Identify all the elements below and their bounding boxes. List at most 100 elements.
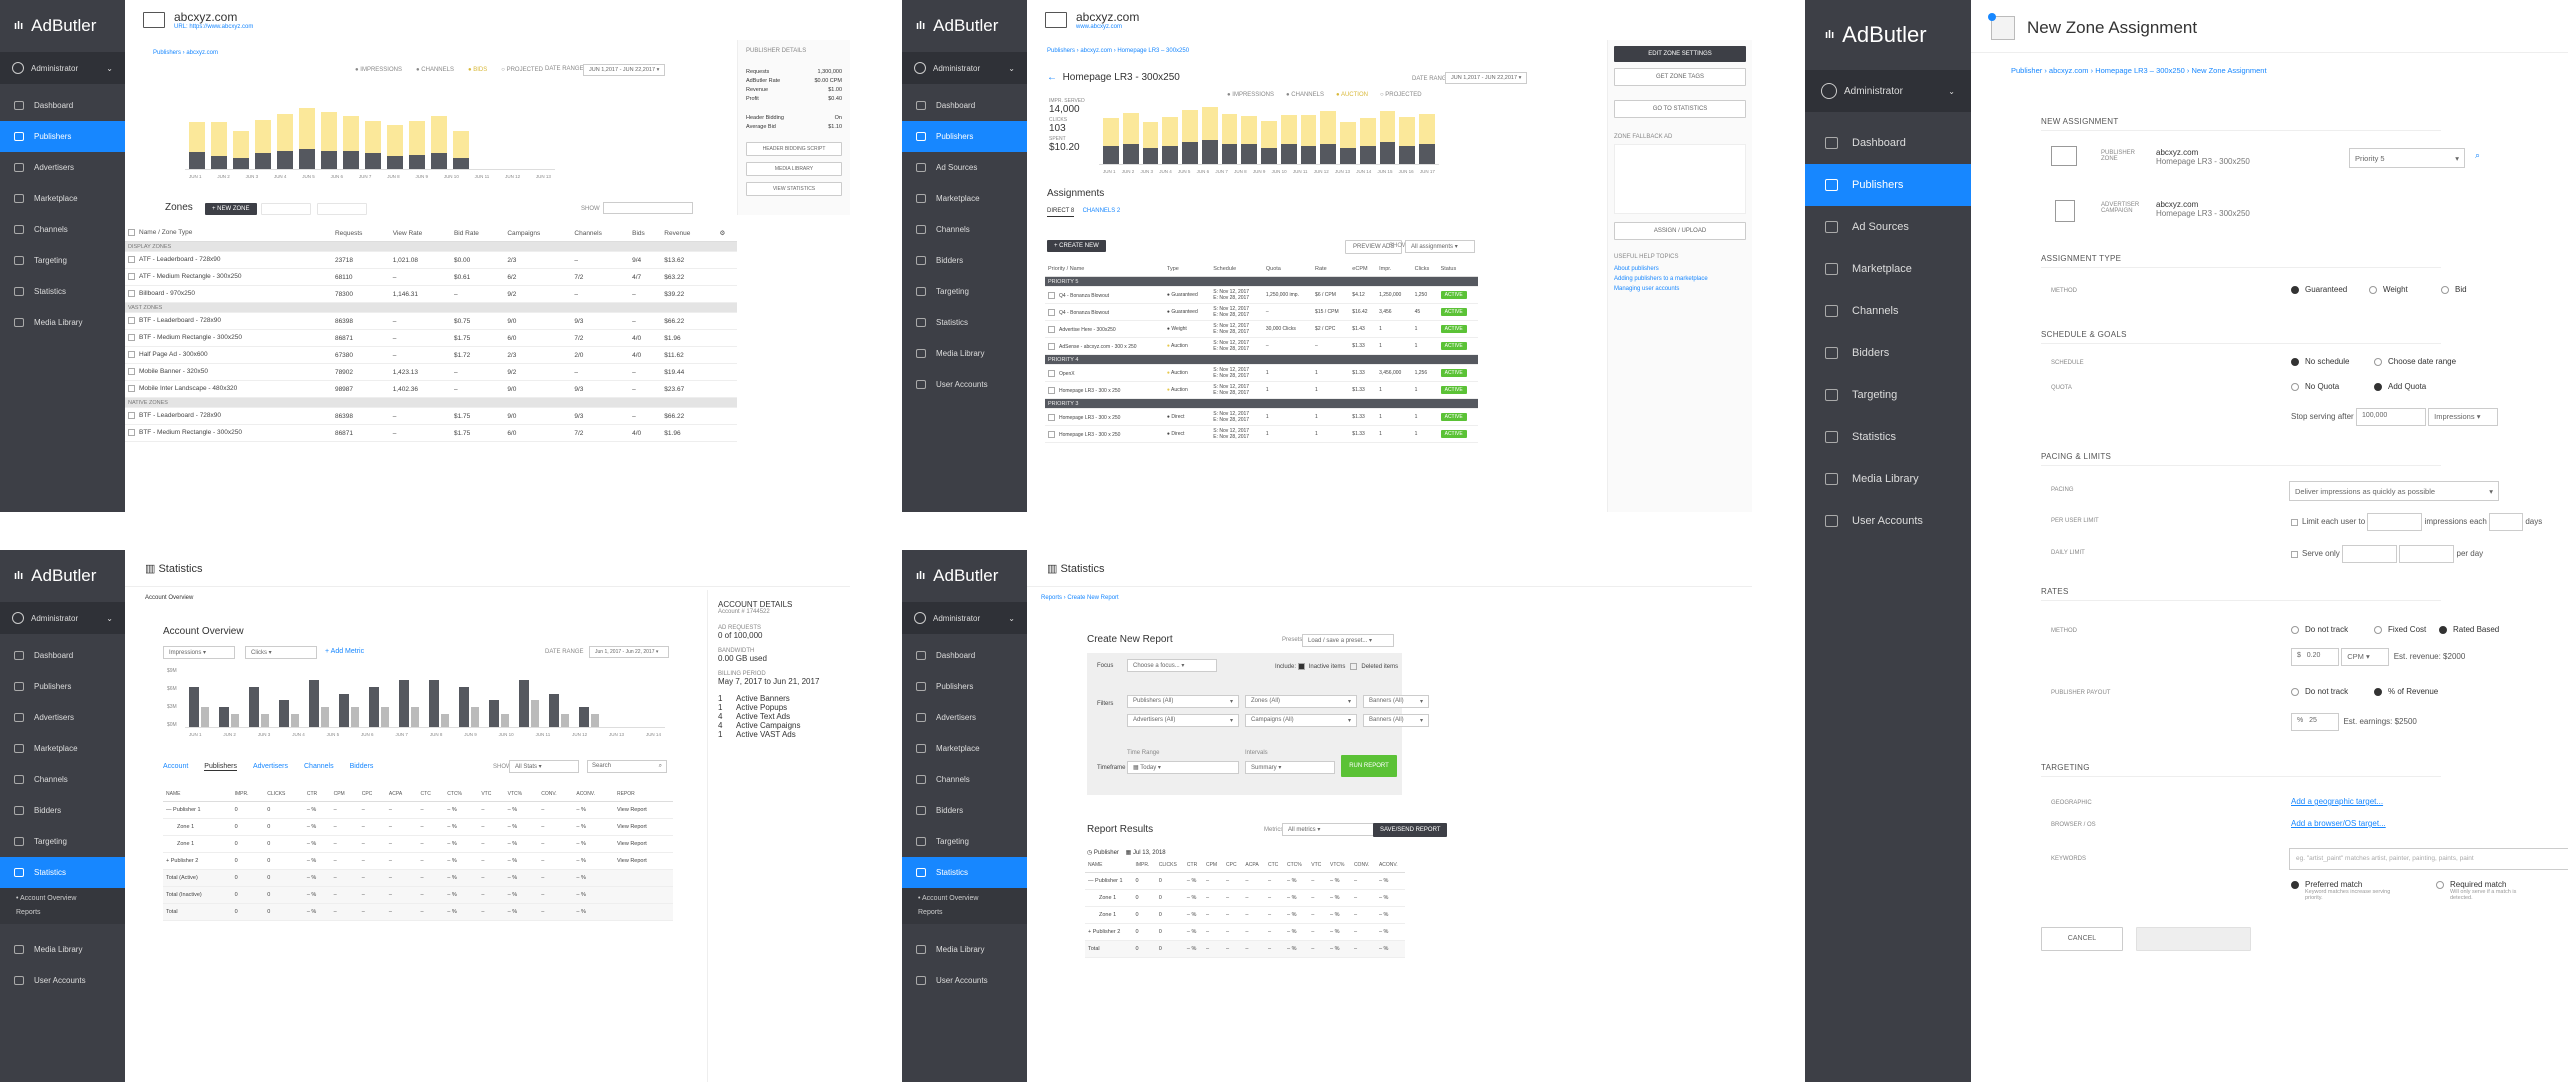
subnav-reports[interactable]: Reports [16, 906, 125, 920]
sidebar-item-advertisers[interactable]: Advertisers [902, 702, 1027, 733]
tab-account[interactable]: Account [163, 763, 188, 771]
sidebar-item-targeting[interactable]: Targeting [902, 276, 1027, 307]
required-match-radio[interactable]: Required match Will only serve if a match… [2436, 880, 2540, 901]
cancel-button[interactable]: CANCEL [2041, 927, 2123, 951]
table-row[interactable]: BTF - Leaderboard - 728x90 86398– $0.75 9/0… [125, 312, 737, 330]
row-checkbox[interactable] [1048, 430, 1055, 438]
account-menu[interactable]: Administrator ⌄ [1805, 70, 1971, 112]
sidebar-item-publishers[interactable]: Publishers [0, 671, 125, 702]
help-link[interactable]: About publishers [1614, 266, 1746, 272]
table-row[interactable]: BTF - Leaderboard - 728x90 86398– $1.75 9/0… [125, 407, 737, 425]
subnav-reports[interactable]: Reports [918, 906, 1027, 920]
sidebar-item-statistics[interactable]: Statistics [902, 857, 1027, 888]
filter-select[interactable]: Advertisers (All) ▾ [1127, 714, 1239, 727]
save-assignment-button[interactable]: SAVE ASSIGNMENT [2136, 927, 2251, 951]
view-report-link[interactable] [613, 903, 673, 921]
table-row[interactable]: Half Page Ad - 300x600 67380– $1.72 2/3 2/0 4… [125, 346, 737, 364]
payout-do-not-track-radio[interactable]: Do not track [2291, 687, 2348, 696]
sidebar-item-channels[interactable]: Channels [902, 214, 1027, 245]
row-checkbox[interactable] [128, 273, 135, 281]
sidebar-item-ad-sources[interactable]: Ad Sources [1805, 206, 1971, 248]
gear-icon[interactable]: ⚙ [716, 225, 737, 242]
assignment-row[interactable]: OpenX ● Auction S: Nov 12, 2017 E: Nov 28,… [1045, 364, 1478, 382]
table-row[interactable]: Total 0 0– % – – – – – % – – % – – % [1085, 940, 1405, 958]
date-range-select[interactable]: JUN 1,2017 - JUN 22,2017 ▾ [1445, 72, 1528, 84]
sidebar-item-publishers[interactable]: Publishers [0, 121, 125, 152]
sidebar-item-user-accounts[interactable]: User Accounts [902, 965, 1027, 996]
intervals-select[interactable]: Summary ▾ [1245, 761, 1335, 774]
assignment-row[interactable]: AdSense - abcxyz.com - 300 x 250 ● Auctio… [1045, 337, 1478, 355]
sidebar-item-dashboard[interactable]: Dashboard [902, 90, 1027, 121]
sidebar-item-statistics[interactable]: Statistics [0, 857, 125, 888]
account-menu[interactable]: Administrator ⌄ [0, 602, 125, 634]
sidebar-item-channels[interactable]: Channels [0, 764, 125, 795]
add-quota-radio[interactable]: Add Quota [2374, 382, 2426, 391]
zone-filter-input[interactable] [603, 202, 693, 214]
row-checkbox[interactable] [128, 256, 135, 264]
table-row[interactable]: Total (Inactive) 0 0– % – – – – – % – – % – – % [163, 886, 673, 904]
rate-fixed-cost-radio[interactable]: Fixed Cost [2374, 625, 2426, 634]
row-checkbox[interactable] [128, 351, 135, 359]
sidebar-item-user-accounts[interactable]: User Accounts [0, 965, 125, 996]
view-report-link[interactable]: View Report [613, 818, 673, 836]
get-zone-tags-button[interactable]: GET ZONE TAGS [1614, 68, 1746, 86]
table-row[interactable]: Zone 1 0 0– % – – – – – % – – % – – % View Report [163, 818, 673, 836]
row-checkbox[interactable] [128, 385, 135, 393]
sidebar-item-advertisers[interactable]: Advertisers [0, 152, 125, 183]
table-row[interactable]: Total 0 0– % – – – – – % – – % – – % [163, 903, 673, 921]
save-send-report-button[interactable]: SAVE/SEND REPORT [1373, 823, 1448, 837]
table-row[interactable]: Mobile Inter Landscape - 480x320 98987 1,4… [125, 380, 737, 398]
sidebar-item-marketplace[interactable]: Marketplace [0, 733, 125, 764]
rate-do-not-track-radio[interactable]: Do not track [2291, 625, 2348, 634]
sidebar-item-statistics[interactable]: Statistics [0, 276, 125, 307]
filter-select[interactable]: Publishers (All) ▾ [1127, 695, 1239, 708]
subnav-account-overview[interactable]: • Account Overview [16, 892, 125, 906]
row-checkbox[interactable] [1048, 291, 1055, 299]
account-menu[interactable]: Administrator ⌄ [0, 52, 125, 84]
per-user-days-input[interactable] [2489, 513, 2524, 531]
tab-bidders[interactable]: Bidders [350, 763, 374, 771]
inactive-checkbox[interactable] [1297, 663, 1305, 670]
row-checkbox[interactable] [128, 429, 135, 437]
pacing-select[interactable]: Deliver impressions as quickly as possib… [2289, 481, 2499, 501]
stop-unit-select[interactable]: Impressions ▾ [2428, 408, 2499, 426]
sidebar-item-user-accounts[interactable]: User Accounts [902, 369, 1027, 400]
tab-advertisers[interactable]: Advertisers [253, 763, 288, 771]
table-row[interactable]: — Publisher 1 0 0– % – – – – – % – – % – – % View Re… [163, 801, 673, 819]
sidebar-item-marketplace[interactable]: Marketplace [902, 733, 1027, 764]
table-row[interactable]: BTF - Medium Rectangle - 300x250 86871– $1… [125, 424, 737, 442]
fallback-ad-area[interactable] [1614, 144, 1746, 214]
sidebar-item-bidders[interactable]: Bidders [902, 245, 1027, 276]
sidebar-item-dashboard[interactable]: Dashboard [1805, 122, 1971, 164]
keywords-input[interactable]: eg. "artist_paint" matches artist, paint… [2289, 848, 2568, 870]
date-range-select[interactable]: Jun 1, 2017 - Jun 22, 2017 ▾ [589, 646, 669, 658]
sidebar-item-media-library[interactable]: Media Library [902, 338, 1027, 369]
deleted-checkbox[interactable] [1350, 663, 1358, 670]
daily-limit-unit-input[interactable] [2399, 545, 2455, 563]
sidebar-item-media-library[interactable]: Media Library [902, 934, 1027, 965]
sidebar-item-dashboard[interactable]: Dashboard [0, 90, 125, 121]
select-all-checkbox[interactable] [128, 229, 135, 237]
add-geographic-target-link[interactable]: Add a geographic target... [2291, 797, 2383, 806]
row-checkbox[interactable] [1048, 369, 1055, 377]
assignment-row[interactable]: Q4 - Bonanza Blowout ● Guaranteed S: Nov 1… [1045, 303, 1478, 321]
add-browser-os-target-link[interactable]: Add a browser/OS target... [2291, 819, 2386, 828]
row-checkbox[interactable] [128, 334, 135, 342]
row-checkbox[interactable] [128, 412, 135, 420]
sidebar-item-advertisers[interactable]: Advertisers [0, 702, 125, 733]
sidebar-item-marketplace[interactable]: Marketplace [902, 183, 1027, 214]
tab-channels[interactable]: CHANNELS 2 [1083, 208, 1121, 214]
sidebar-item-statistics[interactable]: Statistics [1805, 416, 1971, 458]
no-schedule-radio[interactable]: No schedule [2291, 357, 2349, 366]
row-checkbox[interactable] [128, 317, 135, 325]
filter-select[interactable]: Campaigns (All) ▾ [1245, 714, 1357, 727]
row-checkbox[interactable] [1048, 386, 1055, 394]
table-row[interactable]: Mobile Banner - 320x50 78902 1,423.13–9/2–… [125, 363, 737, 381]
table-row[interactable]: Zone 1 0 0– % – – – – – % – – % – – % [1085, 906, 1405, 924]
per-user-count-input[interactable] [2367, 513, 2423, 531]
assignment-row[interactable]: Homepage LR3 - 300 x 250 ● Direct S: Nov 1… [1045, 425, 1478, 443]
sidebar-item-media-library[interactable]: Media Library [0, 934, 125, 965]
detail-button[interactable]: MEDIA LIBRARY [746, 162, 842, 176]
sidebar-item-channels[interactable]: Channels [902, 764, 1027, 795]
table-row[interactable]: + Publisher 2 0 0– % – – – – – % – – % – – % View Re… [163, 852, 673, 870]
